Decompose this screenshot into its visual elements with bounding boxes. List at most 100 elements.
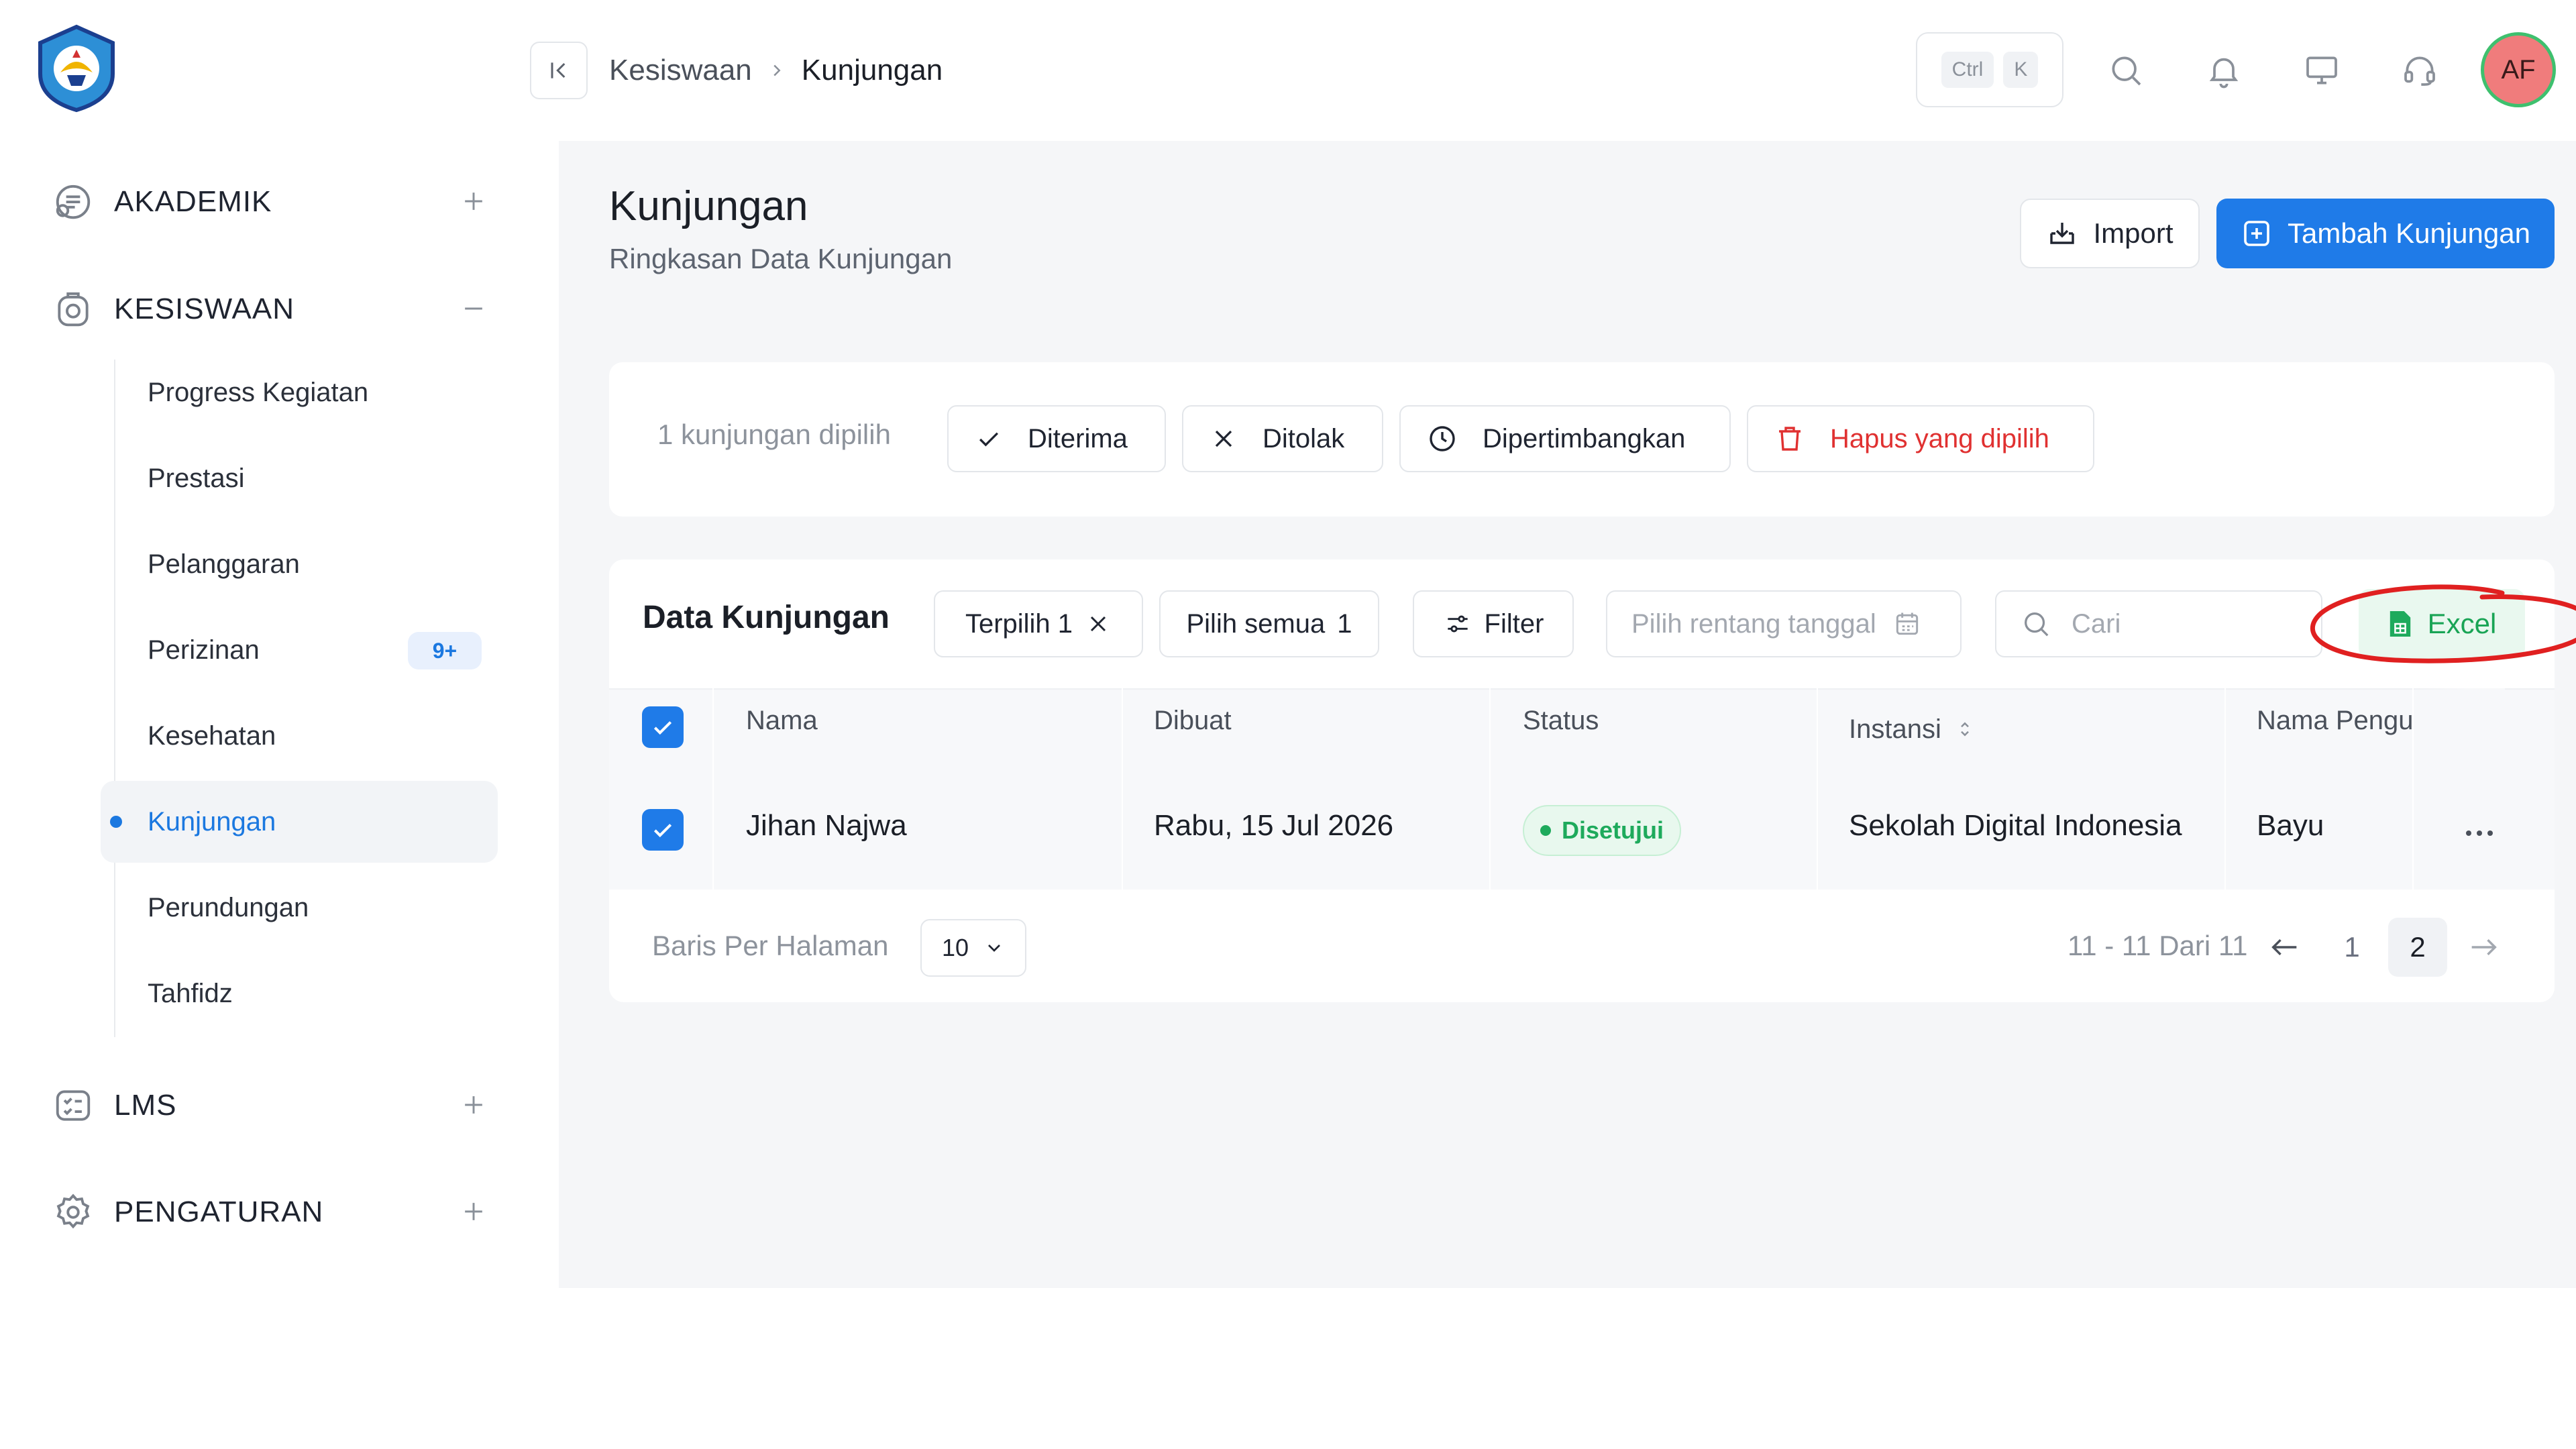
check-icon: [974, 424, 1004, 453]
sidebar-section-label: PENGATURAN: [114, 1195, 324, 1228]
x-icon: [1209, 424, 1238, 453]
sidebar-item-kunjungan[interactable]: Kunjungan: [101, 781, 498, 863]
cell-dibuat: Rabu, 15 Jul 2026: [1154, 809, 1394, 842]
cell-nama-pengunjung: Bayu: [2257, 809, 2324, 842]
chevron-down-icon: [983, 937, 1005, 959]
status-badge: Disetujui: [1523, 805, 1682, 856]
filter-button[interactable]: Filter: [1413, 590, 1574, 657]
import-button[interactable]: Import: [2020, 199, 2200, 268]
cell-instansi: Sekolah Digital Indonesia: [1849, 809, 2182, 842]
accept-label: Diterima: [1028, 423, 1128, 453]
sidebar-section-pengaturan[interactable]: PENGATURAN: [52, 1182, 488, 1242]
table-title: Data Kunjungan: [643, 600, 890, 635]
sidebar-section-label: AKADEMIK: [114, 185, 272, 218]
plus-icon[interactable]: [459, 1090, 488, 1120]
page-subtitle: Ringkasan Data Kunjungan: [609, 243, 953, 274]
sidebar-item-label: Tahfidz: [148, 978, 233, 1008]
page-button-2[interactable]: 2: [2388, 918, 2447, 977]
consider-selected-button[interactable]: Dipertimbangkan: [1399, 405, 1731, 472]
sidebar-item-label: Perundungan: [148, 892, 309, 922]
column-separator: [1817, 688, 1818, 890]
delete-selected-button[interactable]: Hapus yang dipilih: [1747, 405, 2094, 472]
chevron-right-icon: [767, 60, 787, 80]
search-input[interactable]: Cari: [1995, 590, 2322, 657]
sidebar-section-akademik[interactable]: AKADEMIK: [52, 172, 488, 232]
plus-icon[interactable]: [459, 186, 488, 216]
accept-selected-button[interactable]: Diterima: [947, 405, 1166, 472]
filter-label: Filter: [1484, 608, 1544, 639]
sidebar-item-label: Kesehatan: [148, 720, 276, 751]
active-indicator-dot: [110, 816, 122, 828]
sidebar-item-progress-kegiatan[interactable]: Progress Kegiatan: [101, 352, 498, 433]
rows-per-page-select[interactable]: 10: [920, 919, 1026, 977]
column-label: Instansi: [1849, 714, 1941, 744]
more-horizontal-icon[interactable]: [2455, 813, 2504, 853]
chip-count: 1: [1337, 608, 1352, 639]
sidebar-item-label: Kunjungan: [148, 806, 276, 837]
search-placeholder: Cari: [2072, 608, 2121, 639]
column-separator: [1489, 688, 1491, 890]
column-header-dibuat[interactable]: Dibuat: [1154, 706, 1232, 753]
chip-label: Pilih semua: [1186, 608, 1326, 639]
sidebar-section-lms[interactable]: LMS: [52, 1075, 488, 1136]
date-range-placeholder: Pilih rentang tanggal: [1631, 608, 1876, 639]
settings-icon: [52, 1191, 94, 1233]
sidebar-section-kesiswaan[interactable]: KESISWAAN: [52, 279, 488, 339]
trash-icon: [1774, 423, 1806, 455]
import-icon: [2046, 217, 2078, 250]
search-icon: [2021, 608, 2051, 639]
minus-icon[interactable]: [459, 294, 488, 323]
selected-filter-chip[interactable]: Terpilih 1: [934, 590, 1143, 657]
sidebar-item-perundungan[interactable]: Perundungan: [101, 867, 498, 949]
student-icon: [52, 288, 94, 330]
collapse-sidebar-button[interactable]: [530, 42, 588, 99]
sidebar-item-label: Prestasi: [148, 463, 245, 493]
clock-icon: [1426, 423, 1458, 455]
page-title: Kunjungan: [609, 183, 808, 229]
command-shortcut-button[interactable]: Ctrl K: [1916, 32, 2063, 107]
avatar[interactable]: AF: [2481, 32, 2556, 107]
breadcrumb: Kesiswaan Kunjungan: [609, 47, 943, 94]
close-icon[interactable]: [1085, 610, 1112, 637]
column-header-instansi[interactable]: Instansi: [1849, 706, 1975, 753]
status-label: Disetujui: [1562, 816, 1664, 844]
rows-per-page-value: 10: [942, 934, 969, 961]
plus-square-icon: [2241, 217, 2273, 250]
cell-nama: Jihan Najwa: [746, 809, 907, 842]
sidebar-item-prestasi[interactable]: Prestasi: [101, 437, 498, 519]
select-all-chip[interactable]: Pilih semua 1: [1159, 590, 1379, 657]
next-page-arrow-icon[interactable]: [2454, 918, 2513, 977]
date-range-picker[interactable]: Pilih rentang tanggal: [1606, 590, 1962, 657]
import-label: Import: [2093, 217, 2174, 249]
export-excel-button[interactable]: Excel: [2359, 589, 2525, 659]
academic-icon: [52, 181, 94, 223]
search-icon[interactable]: [2102, 47, 2149, 94]
sidebar-item-label: Perizinan: [148, 635, 260, 665]
sidebar-item-pelanggaran[interactable]: Pelanggaran: [101, 523, 498, 605]
sliders-icon: [1443, 609, 1472, 639]
app-logo[interactable]: [34, 24, 119, 113]
row-checkbox[interactable]: [642, 809, 684, 851]
column-header-status[interactable]: Status: [1523, 706, 1599, 753]
selected-count-text: 1 kunjungan dipilih: [657, 419, 891, 450]
add-kunjungan-button[interactable]: Tambah Kunjungan: [2216, 199, 2555, 268]
monitor-icon[interactable]: [2298, 47, 2345, 94]
sort-icon[interactable]: [1955, 719, 1975, 739]
select-all-checkbox[interactable]: [642, 706, 684, 748]
page-button-1[interactable]: 1: [2322, 918, 2381, 977]
sidebar-item-perizinan[interactable]: Perizinan 9+: [101, 609, 498, 691]
kbd-ctrl: Ctrl: [1941, 52, 1994, 88]
breadcrumb-item-kesiswaan[interactable]: Kesiswaan: [609, 54, 752, 87]
column-separator: [712, 688, 714, 890]
chip-label: Terpilih 1: [965, 608, 1073, 639]
lms-icon: [52, 1085, 94, 1126]
sidebar-item-tahfidz[interactable]: Tahfidz: [101, 953, 498, 1034]
sidebar-item-kesehatan[interactable]: Kesehatan: [101, 695, 498, 777]
column-header-nama[interactable]: Nama: [746, 706, 818, 753]
bell-icon[interactable]: [2200, 47, 2247, 94]
reject-selected-button[interactable]: Ditolak: [1182, 405, 1383, 472]
column-header-nama-pengunjung[interactable]: Nama Pengu: [2257, 706, 2414, 753]
headset-support-icon[interactable]: [2396, 47, 2443, 94]
prev-page-arrow-icon[interactable]: [2255, 918, 2314, 977]
plus-icon[interactable]: [459, 1197, 488, 1226]
